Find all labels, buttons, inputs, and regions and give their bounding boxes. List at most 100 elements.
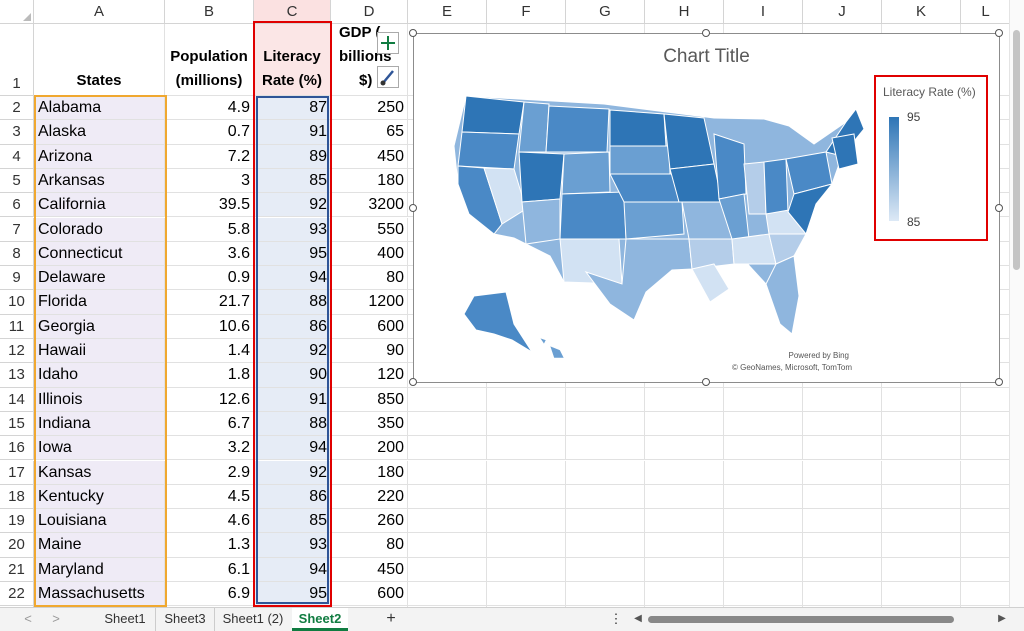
cell[interactable] [566, 509, 645, 534]
cell[interactable] [803, 533, 882, 558]
cell[interactable] [487, 436, 566, 461]
cell[interactable] [487, 533, 566, 558]
literacy-cell[interactable]: 95 [254, 241, 331, 267]
gdp-cell[interactable]: 90 [331, 339, 408, 364]
state-cell[interactable]: Alaska [34, 120, 165, 145]
cell[interactable] [408, 557, 487, 582]
cell[interactable] [645, 460, 724, 485]
cell[interactable] [645, 484, 724, 510]
cell[interactable] [961, 509, 1009, 534]
tab-sheet1-2[interactable]: Sheet1 (2) [214, 608, 291, 631]
more-options-icon[interactable]: ⋮ [608, 608, 624, 631]
literacy-cell[interactable]: 91 [254, 387, 331, 412]
cell-C1[interactable]: Literacy Rate (%) [254, 24, 331, 96]
state-cell[interactable]: Colorado [34, 217, 165, 242]
state-cell[interactable]: Alabama [34, 96, 165, 121]
gdp-cell[interactable]: 250 [331, 96, 408, 121]
population-cell[interactable]: 39.5 [165, 193, 254, 218]
resize-handle[interactable] [995, 29, 1003, 37]
state-cell[interactable]: Maine [34, 533, 165, 558]
column-header-h[interactable]: H [645, 0, 724, 24]
row-header[interactable]: 1 [0, 24, 34, 96]
literacy-cell[interactable]: 88 [254, 290, 331, 315]
cell[interactable] [882, 582, 961, 607]
state-cell[interactable]: Maryland [34, 557, 165, 582]
gdp-cell[interactable]: 1200 [331, 290, 408, 315]
cell-A1[interactable]: States [34, 24, 165, 96]
row-header[interactable]: 13 [0, 363, 34, 388]
chart-styles-button[interactable] [377, 66, 399, 88]
cell[interactable] [724, 484, 803, 510]
cell[interactable] [961, 582, 1009, 607]
cell[interactable] [566, 460, 645, 485]
cell[interactable] [961, 485, 1009, 510]
gdp-cell[interactable]: 180 [331, 168, 408, 194]
state-cell[interactable]: Arkansas [34, 168, 165, 194]
row-header[interactable]: 10 [0, 290, 34, 315]
resize-handle[interactable] [409, 29, 417, 37]
state-cell[interactable]: Kansas [34, 460, 165, 485]
row-header[interactable]: 7 [0, 217, 34, 242]
horizontal-scroll-thumb[interactable] [648, 616, 954, 623]
population-cell[interactable]: 6.7 [165, 411, 254, 437]
cell[interactable] [803, 484, 882, 510]
literacy-cell[interactable]: 89 [254, 144, 331, 169]
column-header-d[interactable]: D [331, 0, 408, 24]
row-header[interactable]: 9 [0, 266, 34, 291]
cell[interactable] [882, 484, 961, 510]
state-cell[interactable]: Delaware [34, 266, 165, 291]
column-header-j[interactable]: J [803, 0, 882, 24]
row-header[interactable]: 2 [0, 96, 34, 121]
cell[interactable] [961, 558, 1009, 582]
add-sheet-button[interactable]: + [378, 608, 404, 631]
column-header-l[interactable]: L [961, 0, 1009, 24]
population-cell[interactable]: 12.6 [165, 387, 254, 412]
cell[interactable] [882, 460, 961, 485]
resize-handle[interactable] [995, 378, 1003, 386]
cell[interactable] [645, 387, 724, 412]
cell[interactable] [566, 484, 645, 510]
gdp-cell[interactable]: 220 [331, 484, 408, 510]
state-cell[interactable]: Arizona [34, 144, 165, 169]
cell[interactable] [724, 582, 803, 607]
cell[interactable] [724, 557, 803, 582]
cell-B1[interactable]: Population (millions) [165, 24, 254, 96]
population-cell[interactable]: 0.9 [165, 266, 254, 291]
cell[interactable] [566, 533, 645, 558]
resize-handle[interactable] [995, 204, 1003, 212]
literacy-cell[interactable]: 94 [254, 266, 331, 291]
gdp-cell[interactable]: 80 [331, 533, 408, 558]
cell[interactable] [961, 461, 1009, 485]
gdp-cell[interactable]: 65 [331, 120, 408, 145]
population-cell[interactable]: 1.4 [165, 339, 254, 364]
state-cell[interactable]: Iowa [34, 436, 165, 461]
cell[interactable] [487, 411, 566, 437]
cell[interactable] [408, 533, 487, 558]
cell[interactable] [487, 484, 566, 510]
cell[interactable] [566, 387, 645, 412]
cell[interactable] [961, 533, 1009, 558]
row-header[interactable]: 4 [0, 144, 34, 169]
cell[interactable] [408, 436, 487, 461]
cell[interactable] [724, 509, 803, 534]
population-cell[interactable]: 2.9 [165, 460, 254, 485]
population-cell[interactable]: 6.1 [165, 557, 254, 582]
cell[interactable] [724, 411, 803, 437]
tab-sheet1[interactable]: Sheet1 [96, 608, 154, 631]
cell[interactable] [961, 436, 1009, 461]
column-header-a[interactable]: A [34, 0, 165, 24]
literacy-cell[interactable]: 88 [254, 411, 331, 437]
prev-sheet-icon[interactable]: < [18, 608, 38, 631]
cell[interactable] [724, 436, 803, 461]
row-header[interactable]: 8 [0, 241, 34, 267]
cell[interactable] [882, 411, 961, 437]
row-header[interactable]: 19 [0, 509, 34, 534]
literacy-cell[interactable]: 93 [254, 217, 331, 242]
gdp-cell[interactable]: 600 [331, 314, 408, 339]
state-cell[interactable]: Hawaii [34, 339, 165, 364]
tab-sheet2[interactable]: Sheet2 [292, 608, 348, 631]
population-cell[interactable]: 0.7 [165, 120, 254, 145]
state-cell[interactable]: Georgia [34, 314, 165, 339]
cell[interactable] [803, 582, 882, 607]
column-header-b[interactable]: B [165, 0, 254, 24]
